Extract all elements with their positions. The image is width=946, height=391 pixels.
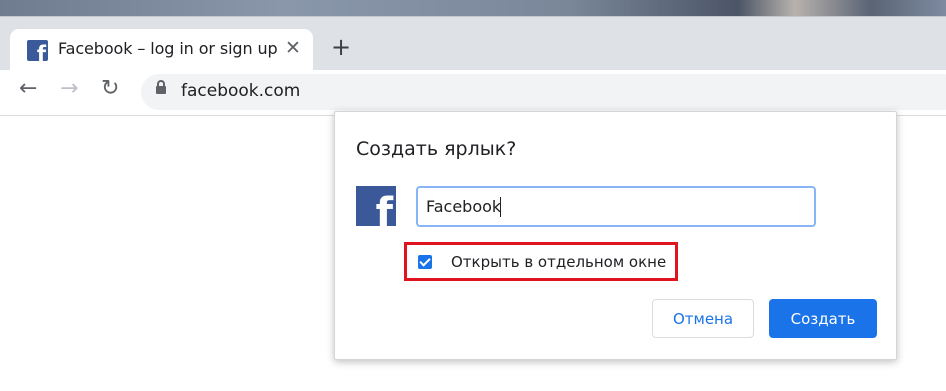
open-in-window-label[interactable]: Открыть в отдельном окне <box>451 253 666 271</box>
close-icon[interactable]: ✕ <box>285 39 301 58</box>
browser-toolbar: ← → ↻ facebook.com <box>0 70 946 116</box>
lock-icon[interactable] <box>156 80 166 94</box>
tab-facebook[interactable]: f Facebook – log in or sign up ✕ <box>10 29 313 71</box>
text-caret <box>500 197 501 217</box>
new-tab-icon[interactable]: + <box>331 35 351 59</box>
reload-icon[interactable]: ↻ <box>101 78 119 100</box>
back-arrow-icon[interactable]: ← <box>19 78 37 100</box>
create-button[interactable]: Создать <box>769 299 877 338</box>
address-bar[interactable]: facebook.com <box>141 74 946 110</box>
facebook-favicon-icon: f <box>27 40 48 61</box>
cancel-button[interactable]: Отмена <box>652 299 754 338</box>
open-in-window-checkbox[interactable] <box>418 255 432 269</box>
forward-arrow-icon[interactable]: → <box>60 78 78 100</box>
create-shortcut-dialog: Создать ярлык? f Открыть в отдельном окн… <box>334 111 897 360</box>
tab-title: Facebook – log in or sign up <box>58 39 278 58</box>
dialog-title: Создать ярлык? <box>356 138 517 160</box>
facebook-app-icon: f <box>356 186 396 226</box>
shortcut-name-input[interactable] <box>416 186 816 227</box>
url-text: facebook.com <box>181 81 301 101</box>
desktop-background <box>0 0 946 16</box>
tab-strip: f Facebook – log in or sign up ✕ + <box>0 16 946 71</box>
